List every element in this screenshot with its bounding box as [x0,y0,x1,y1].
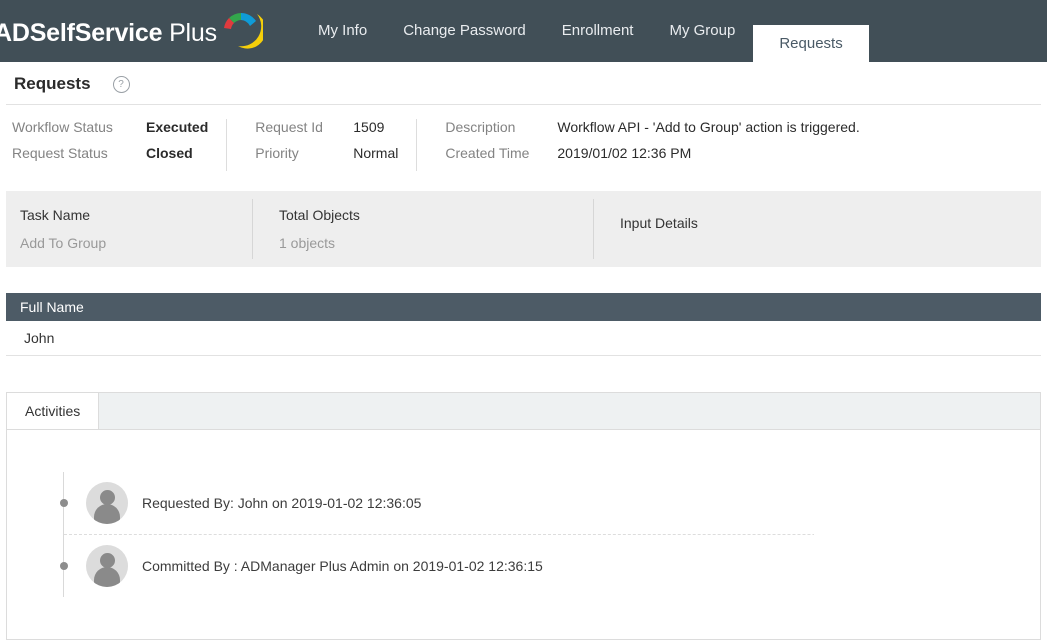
task-sub-total-objects: 1 objects [279,235,336,251]
timeline-bullet-icon [60,562,68,570]
nav-item-enrollment[interactable]: Enrollment [544,0,652,62]
summary-field-request-id: Request Id 1509 [255,119,398,145]
list-item: Requested By: John on 2019-01-02 12:36:0… [60,472,1040,534]
user-avatar-placeholder-icon [86,545,128,587]
nav-item-change-password[interactable]: Change Password [385,0,544,62]
summary-field-workflow-status: Workflow Status Executed [12,119,208,145]
page-title: Requests [14,74,91,93]
nav-item-my-group[interactable]: My Group [651,0,753,62]
task-head-total-objects: Total Objects [279,207,360,223]
app-header: ADSelfService Plus My Info Change Passwo… [0,0,1047,62]
summary-label-priority: Priority [255,145,299,161]
user-avatar-placeholder-icon [86,482,128,524]
request-summary: Workflow Status Executed Request Status … [0,105,1047,181]
nav-item-requests[interactable]: Requests [753,25,869,62]
timeline-bullet-icon [60,499,68,507]
task-cell-total-objects: Total Objects 1 objects [252,199,593,259]
summary-field-created-time: Created Time 2019/01/02 12:36 PM [445,145,859,171]
summary-label-created-time: Created Time [445,145,530,161]
task-detail-panel: Task Name Add To Group Total Objects 1 o… [6,191,1041,267]
brand-title-suffix: Plus [162,18,217,47]
activity-text-committed-by: Committed By : ADManager Plus Admin on 2… [142,558,543,574]
adselfservice-swirl-logo-icon [223,12,263,49]
summary-value-request-status: Closed [146,145,193,161]
summary-value-priority: Normal [353,145,399,161]
page-title-row: Requests ? [6,62,1041,105]
task-sub-task-name: Add To Group [20,235,107,251]
summary-column-status: Workflow Status Executed Request Status … [0,119,208,171]
activities-body: Requested By: John on 2019-01-02 12:36:0… [7,430,1040,639]
task-cell-input-details: Input Details [593,199,1041,259]
table-row: John [6,321,1041,356]
summary-value-workflow-status: Executed [146,119,209,135]
list-item: Committed By : ADManager Plus Admin on 2… [60,534,1040,597]
objects-table-column-full-name: Full Name [20,299,84,315]
objects-table-header-row: Full Name [6,293,1041,321]
activity-timeline: Requested By: John on 2019-01-02 12:36:0… [60,472,1040,597]
summary-field-priority: Priority Normal [255,145,398,171]
task-head-input-details: Input Details [620,215,698,231]
objects-table-cell-full-name: John [24,330,55,346]
summary-field-request-status: Request Status Closed [12,145,208,171]
summary-value-request-id: 1509 [353,119,385,135]
summary-column-description: Description Workflow API - 'Add to Group… [416,119,860,171]
task-cell-task-name: Task Name Add To Group [6,199,252,259]
activity-text-requested-by: Requested By: John on 2019-01-02 12:36:0… [142,495,422,511]
summary-field-description: Description Workflow API - 'Add to Group… [445,119,859,145]
summary-label-workflow-status: Workflow Status [12,119,113,135]
question-mark-help-icon[interactable]: ? [112,75,130,93]
task-head-task-name: Task Name [20,207,91,223]
nav-item-my-info[interactable]: My Info [300,0,385,62]
objects-table: Full Name John [6,293,1041,356]
activities-panel: Activities Requested By: John on 2019-01… [6,392,1041,640]
brand-title: ADSelfService Plus [0,19,217,48]
summary-label-request-id: Request Id [255,119,323,135]
summary-value-created-time: 2019/01/02 12:36 PM [557,145,692,161]
activities-tabbar: Activities [7,393,1040,430]
summary-label-description: Description [445,119,516,135]
main-nav: My Info Change Password Enrollment My Gr… [300,0,869,62]
summary-value-description: Workflow API - 'Add to Group' action is … [557,119,860,135]
brand-title-prefix: ADSelfService [0,18,163,47]
brand-logo[interactable]: ADSelfService Plus [0,12,263,50]
summary-label-request-status: Request Status [12,145,108,161]
summary-column-request: Request Id 1509 Priority Normal [226,119,398,171]
tab-activities[interactable]: Activities [7,393,100,429]
